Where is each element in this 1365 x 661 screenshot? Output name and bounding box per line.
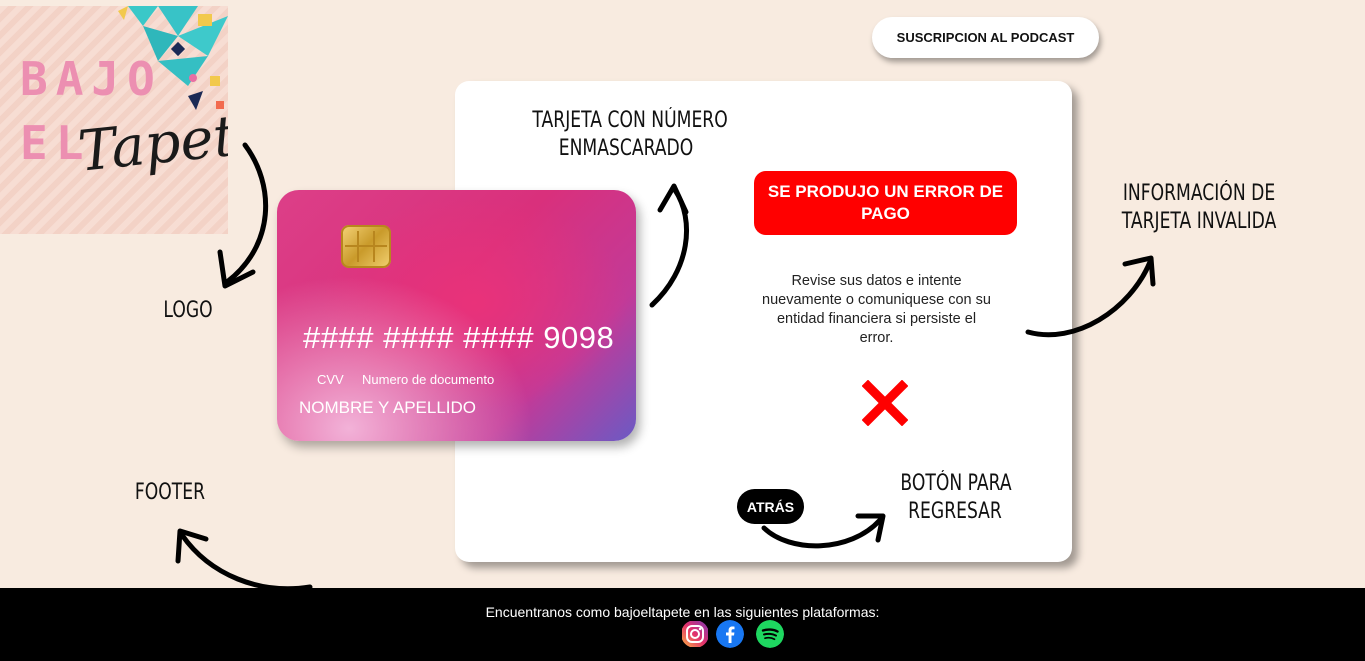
arrow-to-logo-icon bbox=[217, 142, 269, 289]
payment-error-title: SE PRODUJO UN ERROR DE PAGO bbox=[767, 182, 1004, 223]
annotation-masked-card-line2: ENMASCARADO bbox=[558, 136, 694, 161]
annotation-invalid-card-line2: TARJETA INVALIDA bbox=[1121, 209, 1277, 234]
annotation-masked-card-line1: TARJETA CON NÚMERO bbox=[532, 108, 728, 133]
footer: Encuentranos como bajoeltapete en las si… bbox=[0, 588, 1365, 661]
annotation-back-line1: BOTÓN PARA bbox=[900, 471, 1012, 496]
card-chip-icon bbox=[341, 225, 391, 268]
annotation-footer: FOOTER bbox=[134, 480, 206, 505]
logo-text-bajo: BAJO bbox=[20, 52, 163, 106]
annotation-invalid-card-line1: INFORMACIÓN DE bbox=[1122, 181, 1276, 206]
card-document-label: Numero de documento bbox=[362, 372, 495, 387]
facebook-icon[interactable] bbox=[716, 620, 744, 648]
card-number: #### #### #### 9098 bbox=[303, 320, 615, 355]
annotation-back-button: BOTÓN PARA REGRESAR bbox=[900, 470, 1012, 526]
annotation-masked-card: TARJETA CON NÚMERO ENMASCARADO bbox=[532, 107, 728, 163]
arrow-to-back-label-icon bbox=[761, 513, 886, 549]
card-cvv-label: CVV bbox=[317, 372, 344, 387]
payment-error-message: Revise sus datos e intente nuevamente o … bbox=[762, 273, 991, 346]
arrow-to-footer-icon bbox=[175, 528, 313, 592]
card-name-label: NOMBRE Y APELLIDO bbox=[299, 398, 476, 417]
arrow-to-error-label-icon bbox=[1025, 255, 1156, 338]
credit-card: #### #### #### 9098 CVV Numero de docume… bbox=[277, 190, 636, 441]
logo[interactable]: BAJO EL Tapete bbox=[0, 6, 228, 234]
spotify-icon[interactable] bbox=[756, 620, 784, 648]
error-x-icon bbox=[862, 380, 908, 426]
payment-error-banner: SE PRODUJO UN ERROR DE PAGO bbox=[754, 171, 1017, 235]
annotation-back-line2: REGRESAR bbox=[908, 499, 1002, 524]
annotation-invalid-card: INFORMACIÓN DE TARJETA INVALIDA bbox=[1117, 180, 1281, 236]
footer-text: Encuentranos como bajoeltapete en las si… bbox=[485, 604, 880, 620]
arrow-to-card-label-icon bbox=[649, 183, 689, 308]
instagram-icon[interactable] bbox=[681, 620, 709, 648]
annotation-logo: LOGO bbox=[163, 298, 213, 323]
subscribe-podcast-button[interactable]: SUSCRIPCION AL PODCAST bbox=[872, 17, 1099, 58]
